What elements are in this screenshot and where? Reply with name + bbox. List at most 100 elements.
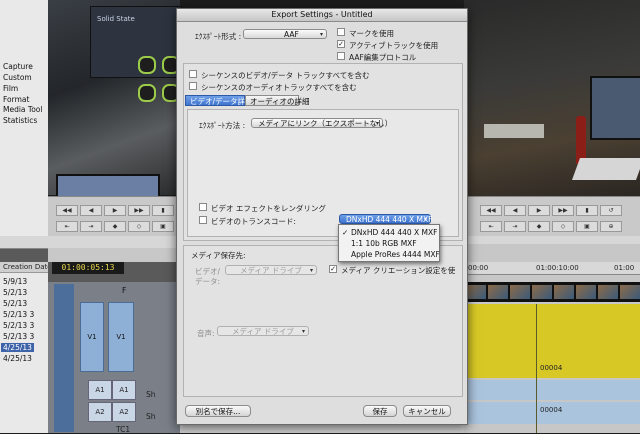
creation-date-header[interactable]: Creation Date (0, 262, 48, 273)
transport-button[interactable]: ▮ (152, 205, 174, 216)
list-item[interactable]: 5/2/13 (3, 288, 27, 297)
list-item[interactable]: 5/2/13 3 (3, 321, 34, 330)
render-effects-label: ビデオ エフェクトをレンダリング (211, 204, 326, 213)
bin-item-film[interactable]: Film (3, 84, 18, 93)
export-format-select[interactable]: AAF ▾ (243, 29, 327, 39)
transport-button[interactable]: ⇤ (56, 221, 78, 232)
video-clip[interactable]: 00004 (464, 304, 640, 378)
codec-option-dnxhd[interactable]: ✓ DNxHD 444 440 X MXF (339, 227, 439, 238)
track-a1-source[interactable]: A1 (88, 380, 112, 400)
use-active-tracks-label: アクティブトラックを使用 (349, 41, 439, 50)
bin-item-format[interactable]: Format (3, 95, 29, 104)
bin-item-custom[interactable]: Custom (3, 73, 32, 82)
transport-button[interactable]: ▶▶ (128, 205, 150, 216)
track-panel: F V1 V1 A1 A1 A2 A2 Sh Sh TC1 (48, 282, 180, 434)
track-sh-label: Sh (146, 412, 156, 421)
include-all-video-checkbox[interactable] (189, 70, 197, 78)
export-settings-dialog: Export Settings - Untitled ｴｸｽﾎﾟｰﾄ形式 : A… (176, 8, 468, 425)
use-marks-label: マークを使用 (349, 29, 394, 38)
codec-option-label: DNxHD 444 440 X MXF (351, 228, 438, 237)
codec-select[interactable]: DNxHD 444 440 X MXF ▾ (339, 214, 432, 224)
bin-item-capture[interactable]: Capture (3, 62, 33, 71)
audio-dest-label: 音声: (197, 329, 215, 338)
transport-button[interactable]: ▣ (152, 221, 174, 232)
photo-knob (138, 56, 156, 74)
video-media-drive-select[interactable]: メディア ドライブ ▾ (225, 265, 317, 275)
transcode-video-checkbox[interactable] (199, 216, 207, 224)
list-item[interactable]: 5/2/13 3 (3, 332, 34, 341)
timeline-sequence: 00:00 01:00:10:00 01:00 00004 00004 (464, 244, 640, 433)
list-item[interactable]: 5/2/13 (3, 299, 27, 308)
codec-option-label: 1:1 10b RGB MXF (351, 239, 417, 248)
save-as-button[interactable]: 別名で保存... (185, 405, 251, 417)
chevron-down-icon: ▾ (319, 31, 323, 38)
transport-button[interactable]: ◀ (80, 205, 102, 216)
bin-item-media-tool[interactable]: Media Tool (3, 105, 42, 114)
tab-audio-details[interactable]: オーディオの詳細 (245, 95, 309, 106)
audio-clip-a1[interactable] (464, 380, 640, 400)
transport-button[interactable]: ▶▶ (552, 205, 574, 216)
transport-button[interactable]: ◀◀ (480, 205, 502, 216)
list-item[interactable]: 4/25/13 (3, 354, 32, 363)
photo-knob (138, 84, 156, 102)
ruler-tick-label: 01:00:10:00 (536, 264, 579, 272)
codec-option-prores[interactable]: Apple ProRes 4444 MXF (339, 249, 440, 260)
clip-label: 00004 (540, 364, 563, 372)
transport-button[interactable]: ◇ (128, 221, 150, 232)
source-monitor-frame: Solid State (48, 0, 182, 198)
photo-screen-text: Solid State (97, 15, 135, 23)
bin-item-statistics[interactable]: Statistics (3, 116, 37, 125)
aaf-edit-protocol-checkbox[interactable] (337, 52, 345, 60)
creation-date-list: Creation Date 5/9/13 5/2/13 5/2/13 5/2/1… (0, 262, 48, 433)
track-a2-source[interactable]: A2 (88, 402, 112, 422)
codec-option-label: Apple ProRes 4444 MXF (351, 250, 440, 259)
video-thumbnails (464, 282, 640, 302)
list-item[interactable]: 5/9/13 (3, 277, 27, 286)
timeline-ruler[interactable]: 00:00 01:00:10:00 01:00 (464, 262, 640, 275)
export-method-label: ｴｸｽﾎﾟｰﾄ方法 : (199, 121, 246, 130)
list-item-selected[interactable]: 4/25/13 (1, 343, 34, 352)
render-effects-checkbox[interactable] (199, 203, 207, 211)
video-data-label-line2: データ: (195, 277, 221, 286)
use-media-creation-label: メディア クリエーション設定を使 (341, 266, 456, 275)
transport-button[interactable]: ▣ (576, 221, 598, 232)
transport-button[interactable]: ⇥ (504, 221, 526, 232)
transport-button[interactable]: ◆ (104, 221, 126, 232)
transport-button[interactable]: ↺ (600, 205, 622, 216)
list-item[interactable]: 5/2/13 3 (3, 310, 34, 319)
transport-button[interactable]: ◇ (552, 221, 574, 232)
audio-clip-a2[interactable]: 00004 (464, 402, 640, 424)
bin-list-panel: Capture Custom Film Format Media Tool St… (0, 0, 48, 236)
transport-button[interactable]: ⇥ (80, 221, 102, 232)
track-v1-source[interactable]: V1 (80, 302, 104, 372)
ruler-tick-label: 00:00 (468, 264, 489, 272)
transport-button[interactable]: ⇤ (480, 221, 502, 232)
transport-button[interactable]: ▶ (528, 205, 550, 216)
track-a1-record[interactable]: A1 (112, 380, 136, 400)
transport-button[interactable]: ◀ (504, 205, 526, 216)
track-v1-record[interactable]: V1 (108, 302, 134, 372)
transport-button[interactable]: ▮ (576, 205, 598, 216)
timecode-display: 01:00:05:13 (52, 262, 124, 274)
transport-button[interactable]: ◆ (528, 221, 550, 232)
transport-button[interactable]: ▶ (104, 205, 126, 216)
save-button[interactable]: 保存 (363, 405, 397, 417)
use-media-creation-checkbox[interactable]: ✓ (329, 265, 337, 273)
audio-media-drive-select[interactable]: メディア ドライブ ▾ (217, 326, 309, 336)
photo-monitor (590, 76, 640, 140)
track-selector-column[interactable] (54, 284, 74, 432)
track-a2-record[interactable]: A2 (112, 402, 136, 422)
export-format-value: AAF (284, 30, 299, 39)
use-active-tracks-checkbox[interactable]: ✓ (337, 40, 345, 48)
photo-bottle (576, 116, 586, 164)
transport-button[interactable]: ⊕ (600, 221, 622, 232)
codec-option-rgb[interactable]: 1:1 10b RGB MXF (339, 238, 439, 249)
tab-video-data-details[interactable]: ビデオ/データ詳細 (185, 95, 253, 106)
include-all-audio-checkbox[interactable] (189, 82, 197, 90)
media-destination-label: メディア保存先: (191, 251, 246, 260)
cancel-button[interactable]: キャンセル (403, 405, 451, 417)
transport-button[interactable]: ◀◀ (56, 205, 78, 216)
use-marks-checkbox[interactable] (337, 28, 345, 36)
edit-point-line (536, 304, 537, 433)
export-method-select[interactable]: メディアにリンク（エクスポートなし） ▾ (251, 118, 392, 128)
